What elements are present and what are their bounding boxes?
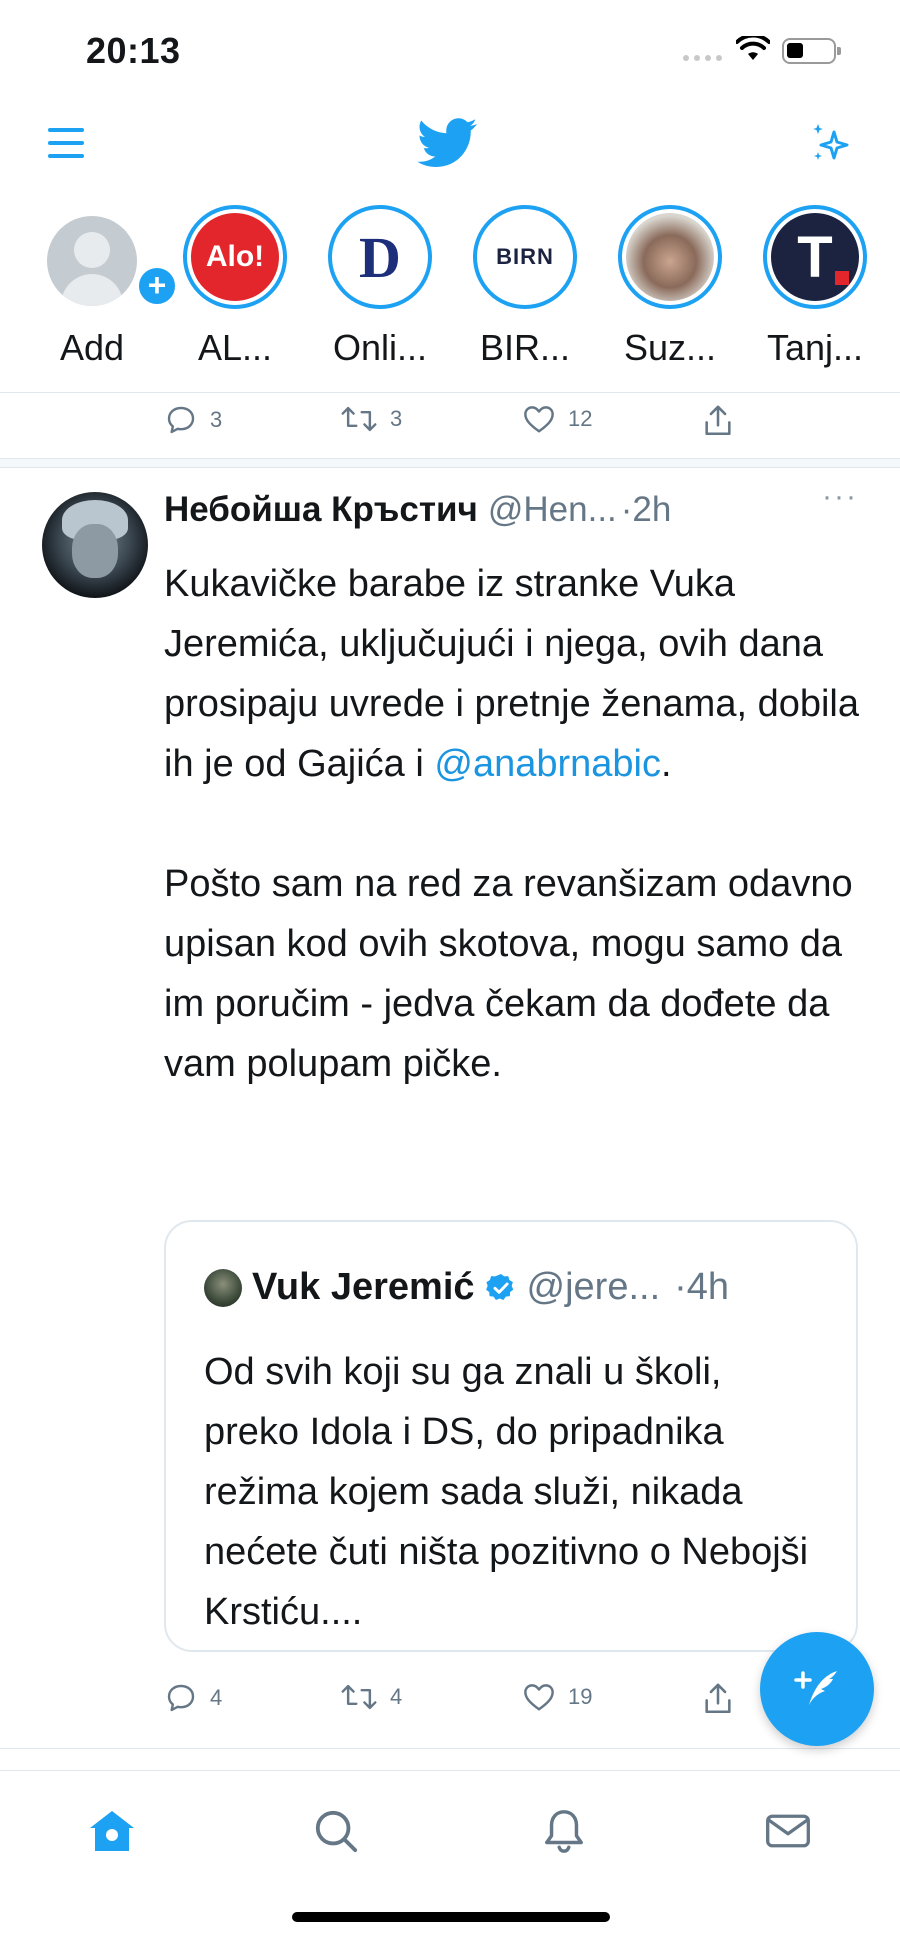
fleets-row: + Add Alo! AL... D Onli... BIRN BIR... S… (0, 205, 900, 380)
quoted-tweet[interactable]: Vuk Jeremić @jere... ·4h Od svih koji su… (164, 1220, 858, 1652)
like-icon (524, 1684, 554, 1711)
verified-icon (485, 1273, 513, 1300)
fleet-label: Add (59, 327, 125, 368)
quote-header: Vuk Jeremić @jere... ·4h (204, 1266, 729, 1309)
like-button[interactable]: 12 (522, 404, 592, 434)
quote-author-handle: @jere... (526, 1266, 661, 1308)
share-button[interactable] (702, 1682, 734, 1716)
fleet-label: BIR... (479, 327, 571, 368)
quote-time: ·4h (674, 1266, 730, 1308)
retweet-icon (341, 1684, 377, 1710)
divider (0, 1748, 900, 1749)
avatar: BIRN (473, 205, 577, 309)
tweet-header: Небойша Кръстич @Hen... ·2h (164, 490, 864, 530)
quote-text: Od svih koji su ga znali u školi, preko … (204, 1351, 809, 1633)
reply-count: 3 (210, 407, 223, 432)
fleet-alo[interactable]: Alo! AL... (175, 205, 295, 369)
share-icon (705, 1683, 731, 1714)
tweet-time: ·2h (620, 490, 672, 529)
notifications-icon (545, 1810, 583, 1853)
compose-button[interactable] (760, 1632, 874, 1746)
tweet-text-part2: Pošto sam na red za revanšizam odavno up… (164, 863, 853, 1085)
retweet-button[interactable]: 4 (340, 1682, 402, 1712)
tab-notifications[interactable] (534, 1801, 594, 1861)
status-time: 20:13 (86, 30, 181, 71)
twitter-bird-icon (418, 118, 477, 167)
author-name[interactable]: Небойша Кръстич (164, 490, 478, 530)
birn-logo: BIRN (496, 244, 554, 269)
retweet-icon (341, 406, 377, 432)
retweet-count: 4 (390, 1684, 403, 1709)
compose-icon (794, 1671, 837, 1705)
fleet-suz[interactable]: Suz... (610, 205, 730, 369)
avatar: Alo! (183, 205, 287, 309)
fleet-label: Suz... (623, 327, 717, 368)
reply-icon (167, 406, 195, 434)
home-icon (90, 1811, 134, 1851)
like-button[interactable]: 19 (522, 1682, 592, 1712)
cellular-signal-icon (683, 55, 722, 61)
more-icon[interactable]: ··· (822, 480, 858, 514)
like-icon (524, 406, 554, 433)
divider (0, 458, 900, 468)
retweet-count: 3 (390, 406, 403, 431)
messages-icon (766, 1814, 810, 1848)
avatar[interactable] (42, 492, 148, 598)
prev-tweet-action-bar: 3 3 12 (0, 404, 900, 454)
search-icon (315, 1810, 358, 1853)
divider (0, 392, 900, 393)
reply-count: 4 (210, 1685, 223, 1710)
tab-messages[interactable] (758, 1801, 818, 1861)
tab-home[interactable] (82, 1801, 142, 1861)
author-handle: @Hen... (487, 490, 617, 529)
alo-logo: Alo! (205, 240, 265, 273)
avatar: + (40, 205, 178, 309)
avatar (618, 205, 722, 309)
reply-button[interactable]: 3 (164, 404, 222, 436)
fleet-tanjug[interactable]: T Tanj... (755, 205, 875, 369)
fleet-label: AL... (197, 327, 273, 368)
fleet-label: Tanj... (766, 327, 864, 368)
fleet-label: Onli... (332, 327, 428, 368)
fleet-birn[interactable]: BIRN BIR... (465, 205, 585, 369)
status-bar: 20:13 (0, 0, 900, 100)
avatar: D (328, 205, 432, 309)
menu-icon[interactable] (48, 128, 84, 158)
tab-search[interactable] (306, 1801, 366, 1861)
like-count: 19 (568, 1684, 593, 1709)
like-count: 12 (568, 406, 593, 431)
avatar: T (763, 205, 867, 309)
reply-button[interactable]: 4 (164, 1682, 222, 1714)
mention-link[interactable]: @anabrnabic (434, 743, 661, 785)
fleet-online[interactable]: D Onli... (320, 205, 440, 369)
share-button[interactable] (702, 404, 734, 438)
tweet-text-period: . (660, 743, 672, 785)
top-nav (0, 100, 900, 190)
share-icon (705, 405, 731, 436)
retweet-button[interactable]: 3 (340, 404, 402, 434)
reply-icon (167, 1684, 195, 1712)
t-logo: T (797, 224, 833, 290)
wifi-icon (736, 36, 770, 60)
quote-author-name: Vuk Jeremić (252, 1266, 475, 1308)
battery-icon (782, 38, 841, 64)
add-icon: + (136, 265, 178, 307)
d-logo: D (359, 224, 401, 290)
home-indicator[interactable] (292, 1912, 610, 1922)
avatar (204, 1268, 242, 1307)
fleet-add[interactable]: + Add (32, 205, 178, 369)
sparkle-icon[interactable] (806, 118, 856, 168)
tweet-text: Kukavičke barabe iz stranke Vuka Jeremić… (164, 554, 864, 1094)
